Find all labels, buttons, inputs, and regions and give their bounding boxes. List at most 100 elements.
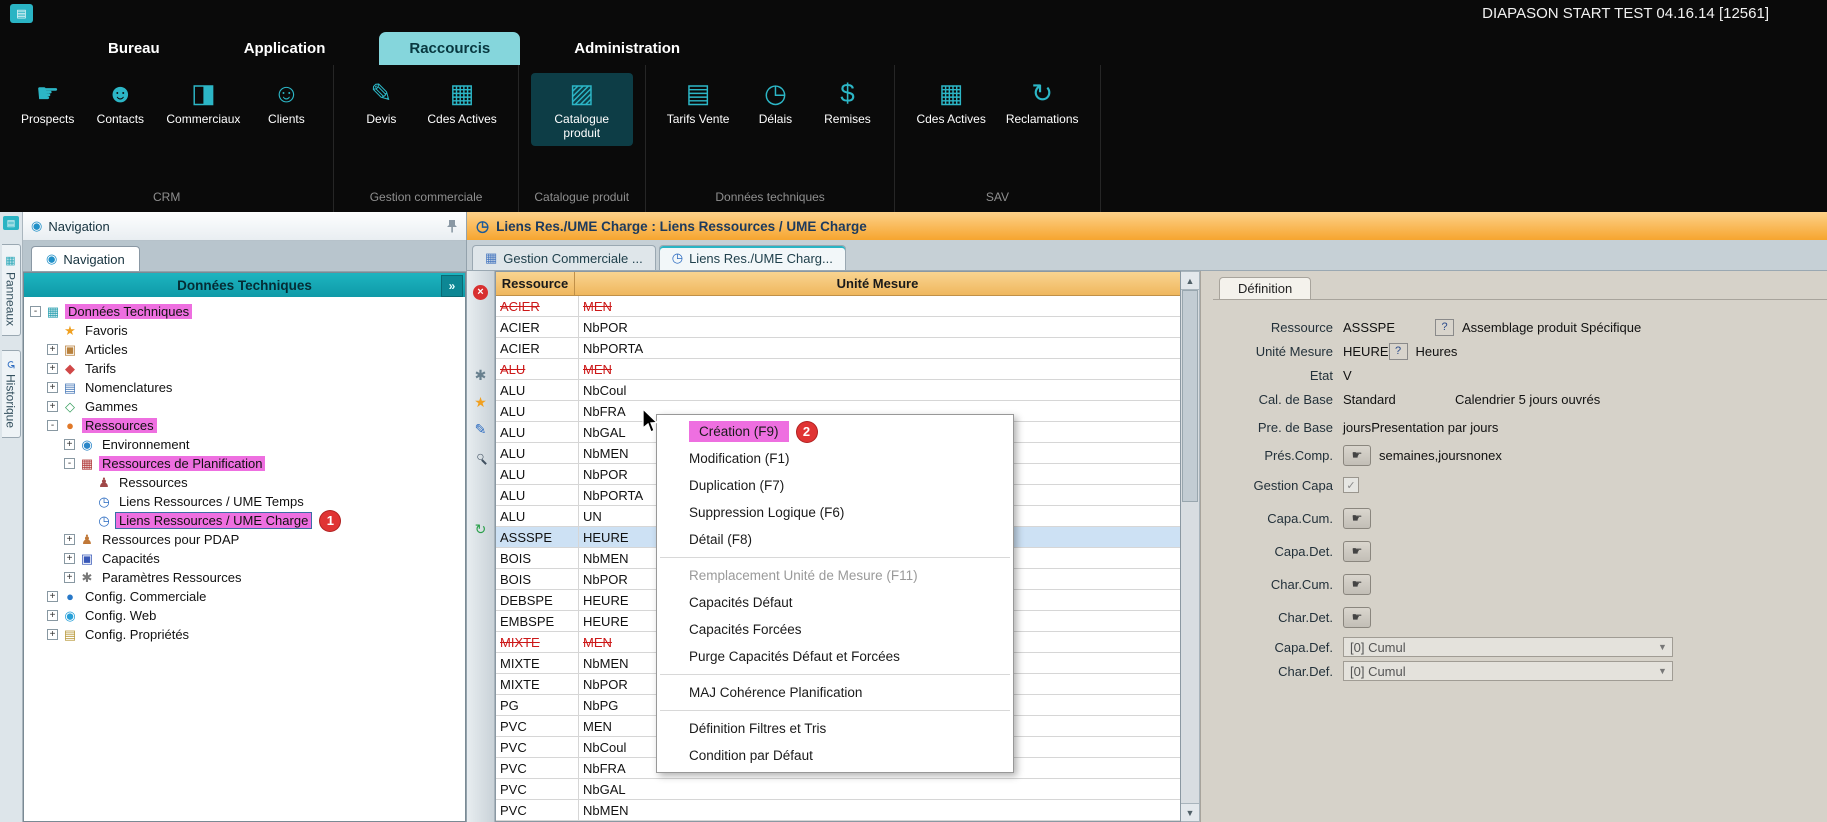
tree-item[interactable]: ♟ Ressources bbox=[24, 473, 465, 492]
ribbon-button[interactable]: $ Remises bbox=[812, 73, 882, 132]
vertical-scrollbar[interactable] bbox=[1181, 271, 1200, 822]
ribbon-tab[interactable]: Raccourcis bbox=[379, 32, 520, 65]
table-row[interactable]: ACIER NbPORTA bbox=[496, 338, 1180, 359]
toolbar-button[interactable]: ✱ bbox=[472, 366, 490, 384]
expand-toggle-icon[interactable]: + bbox=[47, 401, 58, 412]
context-menu-item[interactable] bbox=[660, 710, 1010, 711]
scroll-up-icon[interactable] bbox=[1181, 272, 1199, 290]
collapse-panel-button[interactable] bbox=[441, 275, 463, 297]
context-menu-item[interactable] bbox=[660, 557, 1010, 558]
ribbon-button[interactable]: ◨ Commerciaux bbox=[157, 73, 249, 132]
ribbon-button[interactable]: ▦ Cdes Actives bbox=[907, 73, 994, 132]
expand-toggle-icon[interactable]: + bbox=[64, 534, 75, 545]
ribbon-button[interactable]: ▤ Tarifs Vente bbox=[658, 73, 739, 132]
detail-button[interactable] bbox=[1343, 541, 1371, 562]
tree-item[interactable]: ◷ Liens Ressources / UME Charge 1 bbox=[24, 511, 465, 530]
scroll-down-icon[interactable] bbox=[1181, 803, 1199, 821]
detail-button[interactable] bbox=[1343, 445, 1371, 466]
detail-button[interactable] bbox=[1343, 574, 1371, 595]
tree-item[interactable]: + ▣ Capacités bbox=[24, 549, 465, 568]
context-menu-item[interactable]: Modification (F1) bbox=[657, 445, 1013, 472]
ribbon-button[interactable]: ◷ Délais bbox=[740, 73, 810, 132]
tree-item[interactable]: + ▣ Articles bbox=[24, 340, 465, 359]
expand-toggle-icon[interactable]: - bbox=[30, 306, 41, 317]
tree-item[interactable]: - ▦ Données Techniques bbox=[24, 302, 465, 321]
tree-item[interactable]: ★ Favoris bbox=[24, 321, 465, 340]
table-row[interactable]: PVC NbMEN bbox=[496, 800, 1180, 821]
toolbar-button[interactable]: ○ bbox=[472, 447, 490, 465]
context-menu-item[interactable]: Capacités Forcées bbox=[657, 616, 1013, 643]
context-menu-item[interactable]: Définition Filtres et Tris bbox=[657, 715, 1013, 742]
context-menu-item[interactable]: Condition par Défaut bbox=[657, 742, 1013, 769]
ribbon-button[interactable]: ✎ Devis bbox=[346, 73, 416, 132]
help-button[interactable]: ? bbox=[1435, 319, 1454, 336]
table-row[interactable]: ALU MEN bbox=[496, 359, 1180, 380]
column-header-unite-mesure[interactable]: Unité Mesure bbox=[575, 272, 1180, 295]
ribbon-button[interactable]: ☛ Prospects bbox=[12, 73, 83, 132]
context-menu-item[interactable]: MAJ Cohérence Planification bbox=[657, 679, 1013, 706]
context-menu-item[interactable]: Duplication (F7) bbox=[657, 472, 1013, 499]
toolbar-button[interactable]: ✎ bbox=[472, 420, 490, 438]
table-row[interactable]: ACIER NbPOR bbox=[496, 317, 1180, 338]
ribbon-tab[interactable]: Administration bbox=[544, 32, 710, 65]
tree-item[interactable]: + ♟ Ressources pour PDAP bbox=[24, 530, 465, 549]
tree-item[interactable]: + ● Config. Commerciale bbox=[24, 587, 465, 606]
tree-item[interactable]: + ◉ Config. Web bbox=[24, 606, 465, 625]
context-menu-item[interactable]: Remplacement Unité de Mesure (F11) bbox=[657, 562, 1013, 589]
pin-icon[interactable] bbox=[446, 219, 458, 233]
context-menu-item[interactable]: Capacités Défaut bbox=[657, 589, 1013, 616]
expand-toggle-icon[interactable]: - bbox=[64, 458, 75, 469]
table-row[interactable]: PVC NbGAL bbox=[496, 779, 1180, 800]
ribbon-button[interactable]: ↻ Reclamations bbox=[997, 73, 1088, 132]
expand-toggle-icon[interactable]: + bbox=[47, 629, 58, 640]
dropdown[interactable]: [0] Cumul bbox=[1343, 661, 1673, 681]
expand-toggle-icon[interactable]: + bbox=[64, 572, 75, 583]
context-menu-item[interactable]: Purge Capacités Défaut et Forcées bbox=[657, 643, 1013, 670]
expand-toggle-icon[interactable]: - bbox=[47, 420, 58, 431]
column-header-ressource[interactable]: Ressource bbox=[496, 272, 575, 295]
tree-item[interactable]: + ✱ Paramètres Ressources bbox=[24, 568, 465, 587]
tree-item[interactable]: - ▦ Ressources de Planification bbox=[24, 454, 465, 473]
tree-item[interactable]: - ● Ressources bbox=[24, 416, 465, 435]
table-row[interactable]: ALU NbCoul bbox=[496, 380, 1180, 401]
tree-item[interactable]: + ▤ Nomenclatures bbox=[24, 378, 465, 397]
ribbon-button[interactable]: ☻ Contacts bbox=[85, 73, 155, 132]
expand-toggle-icon[interactable]: + bbox=[64, 553, 75, 564]
detail-button[interactable] bbox=[1343, 607, 1371, 628]
tree-item[interactable]: + ◉ Environnement bbox=[24, 435, 465, 454]
ribbon-button[interactable]: ☺ Clients bbox=[251, 73, 321, 132]
help-button[interactable]: ? bbox=[1389, 343, 1408, 360]
context-menu-item[interactable] bbox=[660, 674, 1010, 675]
document-tab[interactable]: ◷ Liens Res./UME Charg... bbox=[659, 245, 846, 270]
expand-toggle-icon[interactable]: + bbox=[47, 344, 58, 355]
table-row[interactable]: ACIER MEN bbox=[496, 296, 1180, 317]
context-menu-item[interactable]: Détail (F8) bbox=[657, 526, 1013, 553]
expand-toggle-icon[interactable]: + bbox=[47, 591, 58, 602]
tree-item[interactable]: + ◆ Tarifs bbox=[24, 359, 465, 378]
dropdown[interactable]: [0] Cumul bbox=[1343, 637, 1673, 657]
detail-button[interactable] bbox=[1343, 508, 1371, 529]
rail-tab[interactable]: ↺ Historique bbox=[2, 350, 21, 438]
tree-item[interactable]: ◷ Liens Ressources / UME Temps bbox=[24, 492, 465, 511]
ribbon-button[interactable]: ▨ Catalogue produit bbox=[531, 73, 633, 146]
app-icon[interactable] bbox=[10, 4, 33, 23]
toolbar-button[interactable]: × bbox=[472, 283, 490, 301]
expand-toggle-icon[interactable]: + bbox=[64, 439, 75, 450]
expand-toggle-icon[interactable]: + bbox=[47, 610, 58, 621]
rail-tab[interactable]: ▦ Panneaux bbox=[2, 244, 21, 336]
tree-item[interactable]: + ▤ Config. Propriétés bbox=[24, 625, 465, 644]
expand-toggle-icon[interactable]: + bbox=[47, 363, 58, 374]
toolbar-button[interactable]: ↻ bbox=[472, 520, 490, 538]
ribbon-tab[interactable]: Bureau bbox=[78, 32, 190, 65]
ribbon-button[interactable]: ▦ Cdes Actives bbox=[418, 73, 505, 132]
panel-menu-icon[interactable] bbox=[3, 216, 19, 230]
toolbar-button[interactable]: ★ bbox=[472, 393, 490, 411]
document-tab[interactable]: ▦ Gestion Commerciale ... bbox=[472, 245, 656, 270]
ribbon-tab[interactable]: Application bbox=[214, 32, 356, 65]
tab-navigation[interactable]: Navigation bbox=[31, 246, 140, 271]
scroll-thumb[interactable] bbox=[1182, 290, 1198, 502]
expand-toggle-icon[interactable]: + bbox=[47, 382, 58, 393]
checkbox[interactable] bbox=[1343, 477, 1359, 493]
context-menu-item[interactable]: Suppression Logique (F6) bbox=[657, 499, 1013, 526]
tree-item[interactable]: + ◇ Gammes bbox=[24, 397, 465, 416]
